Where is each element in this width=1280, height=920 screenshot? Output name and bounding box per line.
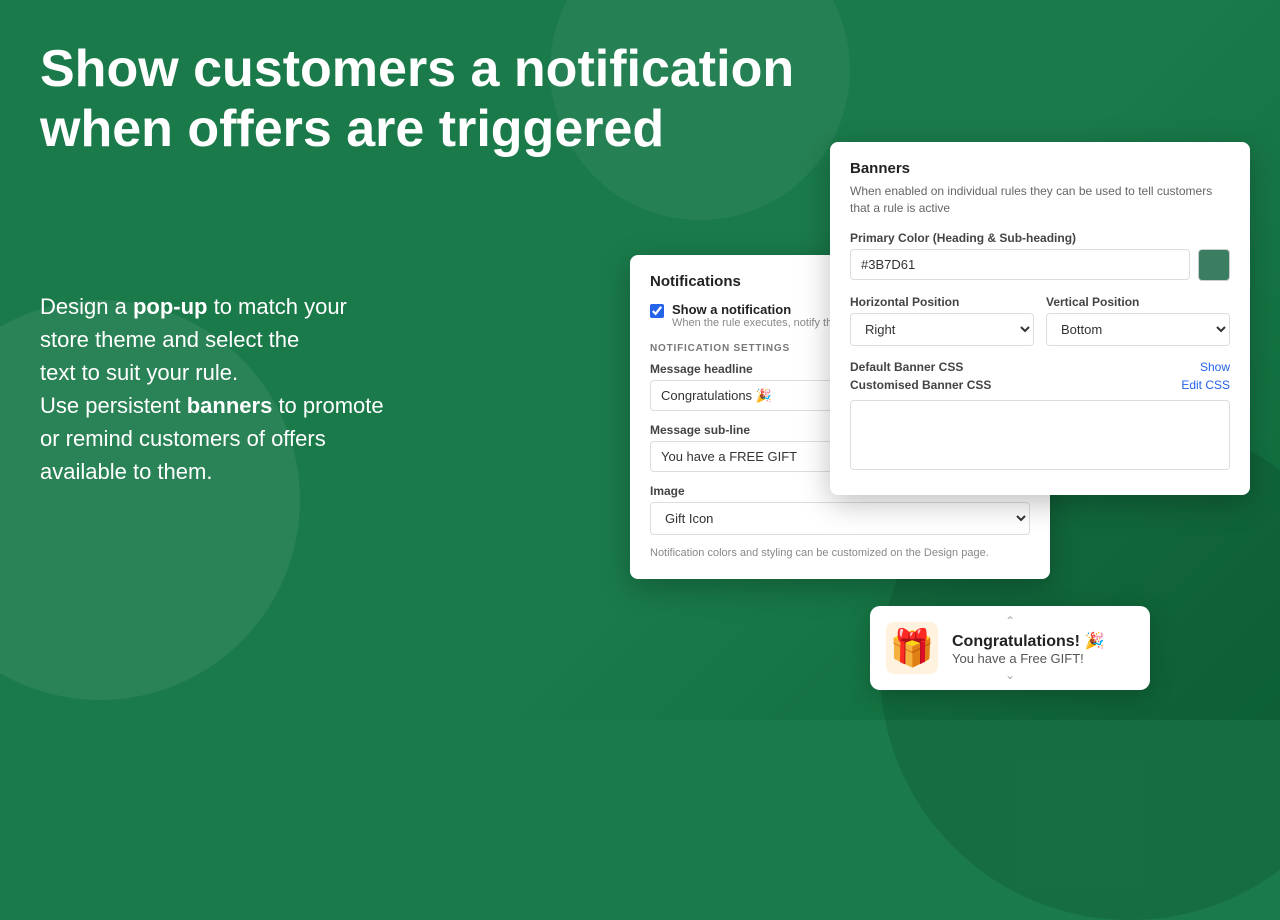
default-css-row: Default Banner CSS Show [850, 360, 1230, 374]
customised-css-row: Customised Banner CSS Edit CSS [850, 378, 1230, 392]
show-notification-label: Show a notification [672, 302, 856, 317]
horizontal-position-col: Horizontal Position Left Center Right [850, 295, 1034, 346]
customised-css-textarea[interactable] [850, 400, 1230, 470]
edit-css-link[interactable]: Edit CSS [1181, 378, 1230, 392]
banners-panel: Banners When enabled on individual rules… [830, 142, 1250, 495]
vertical-position-select[interactable]: Top Middle Bottom [1046, 313, 1230, 346]
horizontal-position-label: Horizontal Position [850, 295, 1034, 309]
color-swatch[interactable] [1198, 249, 1230, 281]
banners-panel-title: Banners [850, 160, 1230, 177]
show-css-link[interactable]: Show [1200, 360, 1230, 374]
hero-body: Design a pop-up to match yourstore theme… [40, 290, 384, 488]
vertical-position-col: Vertical Position Top Middle Bottom [1046, 295, 1230, 346]
title-line1: Show customers a notification [40, 40, 794, 98]
show-notification-sublabel: When the rule executes, notify the c... [672, 317, 856, 329]
hero-title: Show customers a notification when offer… [40, 40, 794, 160]
popup-subline: You have a Free GIFT! [952, 651, 1104, 666]
title-line2: when offers are triggered [40, 100, 664, 158]
position-row: Horizontal Position Left Center Right Ve… [850, 295, 1230, 346]
notifications-footer-note: Notification colors and styling can be c… [650, 547, 1030, 559]
image-select[interactable]: Gift Icon [650, 502, 1030, 535]
gift-emoji: 🎁 [890, 627, 935, 669]
body-bold-banners: banners [187, 393, 273, 418]
notification-popup: ⌃ 🎁 Congratulations! 🎉 You have a Free G… [870, 606, 1150, 690]
primary-color-input[interactable] [850, 249, 1190, 280]
popup-chevron-up-icon: ⌃ [1005, 614, 1015, 628]
show-notification-checkbox[interactable] [650, 304, 664, 318]
body-text-1: Design a [40, 294, 133, 319]
popup-chevron-down-icon: ⌄ [1005, 668, 1015, 682]
primary-color-row [850, 249, 1230, 281]
default-banner-css-label: Default Banner CSS [850, 360, 963, 374]
horizontal-position-select[interactable]: Left Center Right [850, 313, 1034, 346]
body-text-3: Use persistent [40, 393, 187, 418]
primary-color-label: Primary Color (Heading & Sub-heading) [850, 231, 1230, 245]
customised-banner-css-label: Customised Banner CSS [850, 378, 991, 392]
body-bold-popup: pop-up [133, 294, 208, 319]
popup-gift-icon: 🎁 [886, 622, 938, 674]
banners-panel-description: When enabled on individual rules they ca… [850, 183, 1230, 217]
vertical-position-label: Vertical Position [1046, 295, 1230, 309]
popup-headline: Congratulations! 🎉 [952, 631, 1104, 651]
popup-text: Congratulations! 🎉 You have a Free GIFT! [952, 631, 1104, 666]
